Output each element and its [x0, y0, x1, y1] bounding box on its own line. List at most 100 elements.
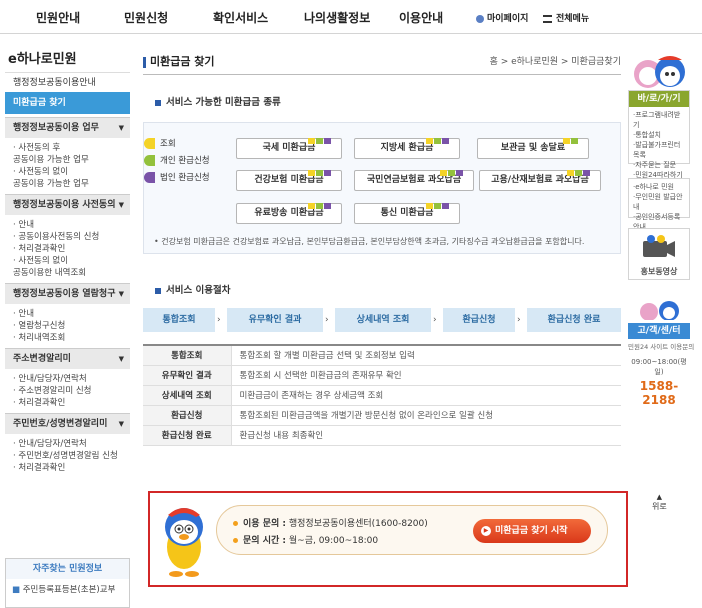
- video-camera-icon: [643, 235, 675, 257]
- all-menu-link[interactable]: 전체메뉴: [543, 11, 589, 24]
- sidebar-section-consent[interactable]: 행정정보공동이용 사전동의 ▼: [5, 194, 130, 215]
- quick-link[interactable]: ·통합설치: [633, 130, 685, 140]
- procedure-step-desc: 통합조회 할 개별 미환급금 선택 및 조회정보 입력: [231, 344, 621, 366]
- sidebar-subitem[interactable]: · 안내/담당자/연락처: [13, 438, 130, 450]
- nav-my-life-info[interactable]: 나의생활정보: [304, 9, 370, 26]
- sidebar-subitem[interactable]: · 사전동의 없이: [13, 255, 130, 267]
- square-bullet-icon: [155, 287, 161, 294]
- other-links-box: ·e하나로 민원 ·무인민원 발급안내 ·공인인증서등록안내: [628, 178, 690, 231]
- purple-dot-icon: [144, 172, 155, 183]
- penguin-mascot-icon: [165, 508, 203, 577]
- sidebar-subitem[interactable]: · 안내: [13, 308, 130, 320]
- title-divider: [143, 74, 621, 75]
- other-link[interactable]: ·e하나로 민원: [633, 182, 685, 192]
- bullet-icon: ■: [12, 585, 21, 595]
- scroll-top-button[interactable]: ▲ 위로: [652, 493, 667, 512]
- mascot-characters-icon: [634, 56, 685, 88]
- triangle-down-icon: ▼: [118, 290, 124, 298]
- contact-box: 이용 문의 : 행정정보공동이용센터(1600-8200) 문의 시간 : 월~…: [148, 491, 628, 587]
- legend-corporate: 법인 환급신청: [144, 171, 210, 183]
- menu-icon: [543, 14, 552, 23]
- procedure-step-desc: 통합조회 시 선택한 미환급금의 존재유무 확인: [231, 365, 621, 386]
- sidebar-subitem[interactable]: · 열람청구신청: [13, 320, 130, 332]
- quick-links-box: 바/로/가/기 ·프로그램내려받기 ·통합설치 ·발급불가프린터목록 ·자주묻는…: [628, 90, 690, 179]
- table-row: 환급신청 통합조회된 미환급금액을 개별기관 방문신청 없이 온라인으로 일괄 신…: [143, 405, 621, 426]
- sidebar-subitem[interactable]: · 사전동의 없이: [13, 166, 130, 178]
- contact-hours: 문의 시간 : 월~금, 09:00~18:00: [233, 533, 378, 546]
- refund-cable-tv-button[interactable]: 유료방송 미환급금: [236, 203, 342, 224]
- sidebar-subitem[interactable]: · 주민번호/성명변경알림 신청: [13, 450, 130, 462]
- refund-national-tax-button[interactable]: 국세 미환급금: [236, 138, 342, 159]
- user-icon: [476, 14, 484, 23]
- refund-pension-button[interactable]: 국민연금보험료 과오납금: [354, 170, 474, 191]
- legend-lookup: 조회: [144, 137, 176, 149]
- triangle-down-icon: ▼: [118, 420, 124, 428]
- sidebar-section-id-change[interactable]: 주민번호/성명변경알리미 ▼: [5, 413, 130, 434]
- table-row: 유무확인 결과 통합조회 시 선택한 미환급금의 존재유무 확인: [143, 365, 621, 386]
- sidebar-subitem[interactable]: · 안내/담당자/연락처: [13, 373, 130, 385]
- procedure-step-name: 환급신청 완료: [143, 425, 232, 446]
- square-bullet-icon: [155, 99, 161, 106]
- nav-civil-guide[interactable]: 민원안내: [36, 9, 80, 26]
- faq-item[interactable]: ■ 주민등록표등본(초본)교부: [6, 579, 129, 599]
- section-title-refund-types: 서비스 가능한 미환급금 종류: [155, 94, 281, 108]
- quick-link[interactable]: ·프로그램내려받기: [633, 110, 685, 130]
- refund-telecom-button[interactable]: 통신 미환급금: [354, 203, 460, 224]
- refund-health-insurance-button[interactable]: 건강보험 미환급금: [236, 170, 342, 191]
- legend-personal: 개인 환급신청: [144, 154, 210, 166]
- sidebar-section-inspection[interactable]: 행정정보공동이용 열람청구 ▼: [5, 283, 130, 304]
- customer-center-title: 고/객/센/터: [628, 323, 690, 339]
- procedure-table: 통합조회 통합조회 할 개별 미환급금 선택 및 조회정보 입력 유무확인 결과 통…: [143, 344, 621, 446]
- sidebar-subitem[interactable]: · 사전동의 후: [13, 142, 130, 154]
- sidebar-subitem[interactable]: · 처리내역조회: [13, 332, 130, 344]
- sidebar-section-address[interactable]: 주소변경알리미 ▼: [5, 348, 130, 369]
- step-integrated-lookup: 통합조회: [143, 308, 215, 332]
- sidebar-subitem[interactable]: · 처리결과확인: [13, 462, 130, 474]
- sidebar-subitem[interactable]: · 주소변경알리미 신청: [13, 385, 130, 397]
- step-existence-result: 유무확인 결과: [227, 308, 323, 332]
- sidebar-item-intro[interactable]: 행정정보공동이용안내: [5, 72, 130, 92]
- nav-usage-guide[interactable]: 이용안내: [399, 9, 443, 26]
- quick-link[interactable]: ·자주묻는 질문: [633, 160, 685, 170]
- triangle-down-icon: ▼: [118, 124, 124, 132]
- customer-center-sub: 민원24 사이트 이용문의: [628, 343, 695, 351]
- table-row: 통합조회 통합조회 할 개별 미환급금 선택 및 조회정보 입력: [143, 344, 621, 366]
- section-title-procedure: 서비스 이용절차: [155, 282, 231, 296]
- faq-title: 자주찾는 민원정보: [6, 559, 129, 579]
- sidebar-section-business[interactable]: 행정정보공동이용 업무 ▼: [5, 117, 130, 138]
- sidebar-title: e하나로민원: [8, 52, 77, 67]
- sidebar-subitem[interactable]: 공동이용 가능한 업무: [13, 154, 130, 166]
- start-refund-search-button[interactable]: ▶ 미환급금 찾기 시작: [473, 519, 591, 543]
- sidebar-subitem[interactable]: · 처리결과확인: [13, 397, 130, 409]
- refund-local-tax-button[interactable]: 지방세 환급금: [354, 138, 460, 159]
- step-refund-apply: 환급신청: [443, 308, 515, 332]
- other-link[interactable]: ·무인민원 발급안내: [633, 192, 685, 212]
- arrow-up-icon: ▲: [656, 493, 663, 501]
- play-icon: ▶: [481, 526, 491, 536]
- sidebar-subitem[interactable]: 공동이용한 내역조회: [13, 267, 130, 279]
- procedure-step-desc: 미환급금이 존재하는 경우 상세금액 조회: [231, 385, 621, 406]
- sidebar-subitem[interactable]: · 처리결과확인: [13, 243, 130, 255]
- procedure-steps: 통합조회 › 유무확인 결과 › 상세내역 조회 › 환급신청 › 환급신청 완…: [143, 308, 621, 332]
- quick-link[interactable]: ·발급불가프린터목록: [633, 140, 685, 160]
- breadcrumb: 홈 > e하나로민원 > 미환급금찾기: [489, 57, 621, 67]
- title-bar-icon: [143, 56, 146, 68]
- green-dot-icon: [144, 155, 155, 166]
- mascot-characters-icon: [640, 301, 679, 321]
- sidebar-subitem[interactable]: · 공동이용사전동의 신청: [13, 231, 130, 243]
- refund-deposit-button[interactable]: 보관금 및 송달료: [477, 138, 589, 159]
- bullet-icon: [233, 521, 238, 526]
- sidebar-item-refund[interactable]: 미환급금 찾기: [5, 92, 130, 114]
- mypage-link[interactable]: 마이페이지: [476, 11, 528, 24]
- nav-civil-apply[interactable]: 민원신청: [124, 9, 168, 26]
- contact-info-panel: 이용 문의 : 행정정보공동이용센터(1600-8200) 문의 시간 : 월~…: [216, 505, 608, 555]
- customer-center-phone: 1588-2188: [639, 379, 679, 407]
- sidebar-subitem[interactable]: · 안내: [13, 219, 130, 231]
- sidebar-subitem[interactable]: 공동이용 가능한 업무: [13, 178, 130, 190]
- promo-video-box[interactable]: 홍보동영상: [628, 228, 690, 280]
- contact-inquiry: 이용 문의 : 행정정보공동이용센터(1600-8200): [233, 516, 428, 529]
- refund-employment-insurance-button[interactable]: 고용/산재보험료 과오납금: [479, 170, 601, 191]
- page-title: 미환급금 찾기: [143, 53, 215, 69]
- step-refund-complete: 환급신청 완료: [527, 308, 621, 332]
- nav-verify-service[interactable]: 확인서비스: [213, 9, 268, 26]
